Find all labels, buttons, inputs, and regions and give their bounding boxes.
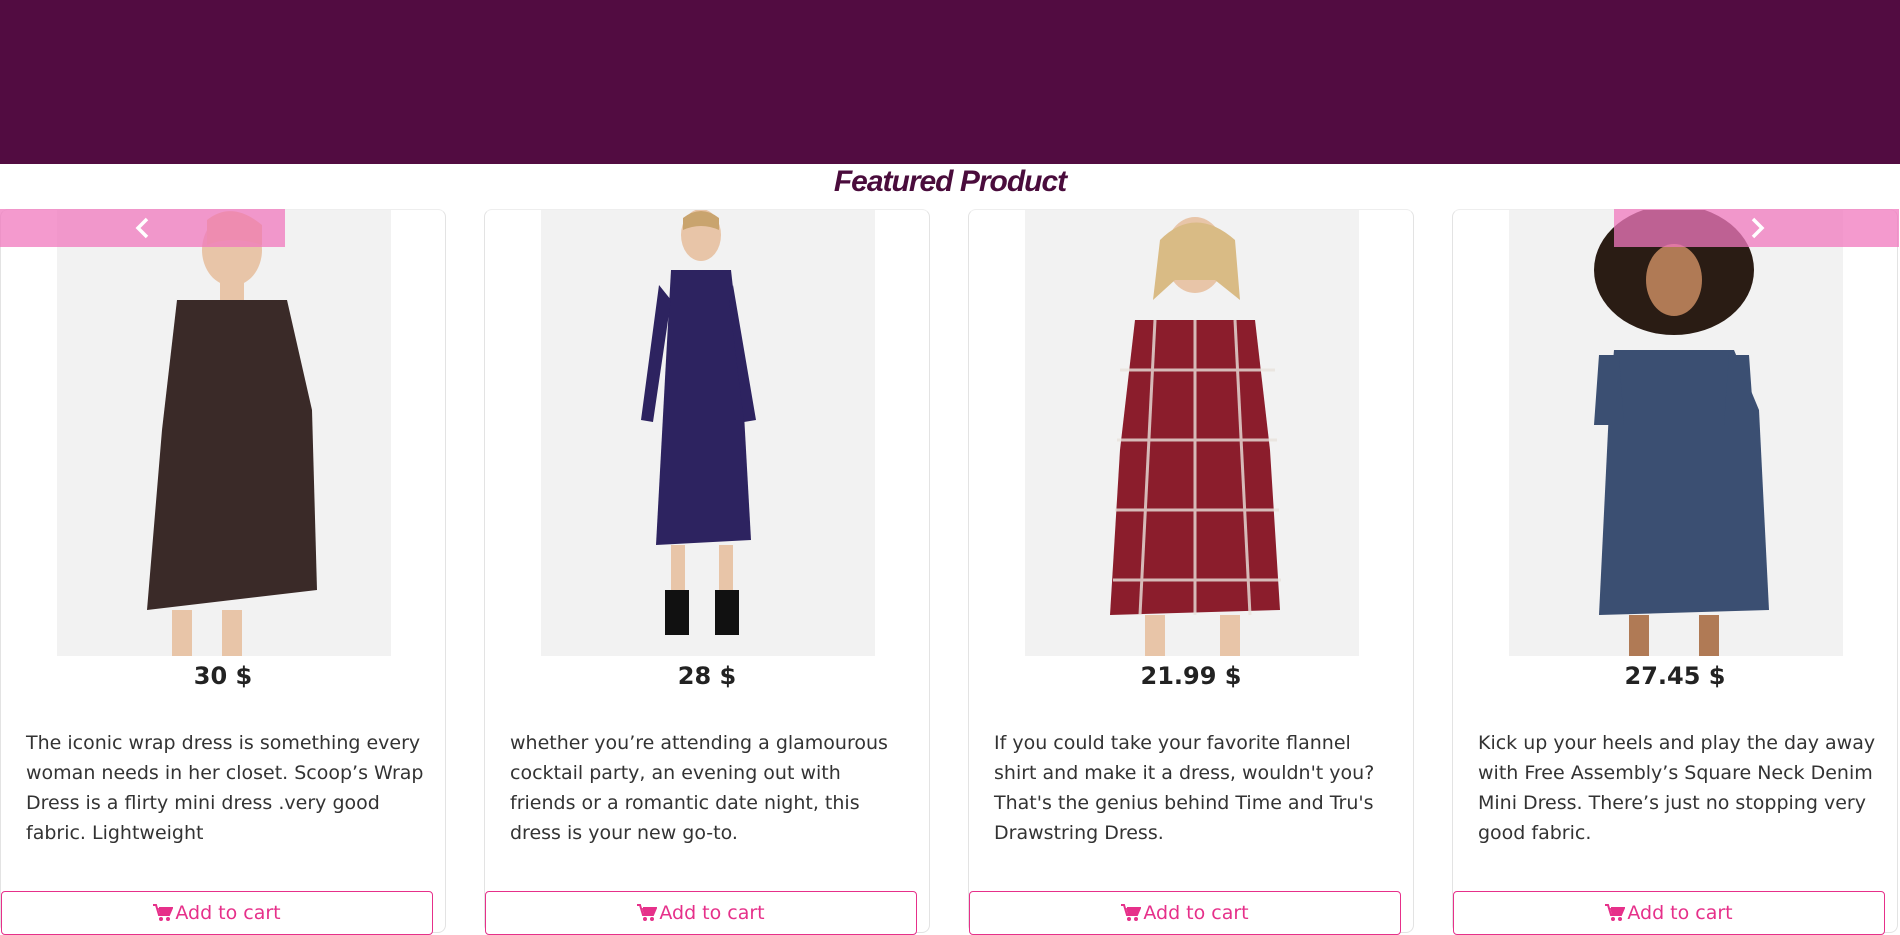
add-to-cart-label: Add to cart	[1143, 902, 1249, 924]
chevron-left-icon	[135, 217, 148, 239]
product-image[interactable]	[1025, 210, 1359, 656]
add-to-cart-label: Add to cart	[175, 902, 281, 924]
shopping-cart-icon	[1605, 904, 1626, 921]
product-card: 21.99 $ If you could take your favorite …	[968, 209, 1414, 935]
product-image[interactable]	[1509, 210, 1843, 656]
product-card: 27.45 $ Kick up your heels and play the …	[1452, 209, 1898, 935]
product-description: whether you’re attending a glamourous co…	[510, 732, 888, 844]
product-price: 28 $	[677, 662, 737, 690]
product-card: 30 $ The iconic wrap dress is something …	[0, 209, 446, 935]
carousel-next-button[interactable]	[1614, 209, 1899, 247]
product-description: If you could take your favorite flannel …	[994, 732, 1375, 844]
chevron-right-icon	[1751, 217, 1764, 239]
product-price: 21.99 $	[1140, 662, 1242, 690]
add-to-cart-button[interactable]: Add to cart	[1453, 891, 1885, 935]
add-to-cart-label: Add to cart	[659, 902, 765, 924]
add-to-cart-button[interactable]: Add to cart	[485, 891, 917, 935]
product-image[interactable]	[57, 210, 391, 656]
shopping-cart-icon	[153, 904, 174, 921]
carousel-prev-button[interactable]	[0, 209, 285, 247]
top-banner	[0, 0, 1900, 164]
add-to-cart-label: Add to cart	[1627, 902, 1733, 924]
product-description: The iconic wrap dress is something every…	[26, 732, 424, 844]
product-card: 28 $ whether you’re attending a glamouro…	[484, 209, 930, 935]
add-to-cart-button[interactable]: Add to cart	[969, 891, 1401, 935]
shopping-cart-icon	[1121, 904, 1142, 921]
shopping-cart-icon	[637, 904, 658, 921]
product-price: 30 $	[193, 662, 253, 690]
section-title: Featured Product	[833, 165, 1067, 198]
product-image[interactable]	[541, 210, 875, 656]
add-to-cart-button[interactable]: Add to cart	[1, 891, 433, 935]
product-carousel: 30 $ The iconic wrap dress is something …	[0, 209, 1900, 935]
product-price: 27.45 $	[1624, 662, 1726, 690]
product-description: Kick up your heels and play the day away…	[1478, 732, 1876, 844]
